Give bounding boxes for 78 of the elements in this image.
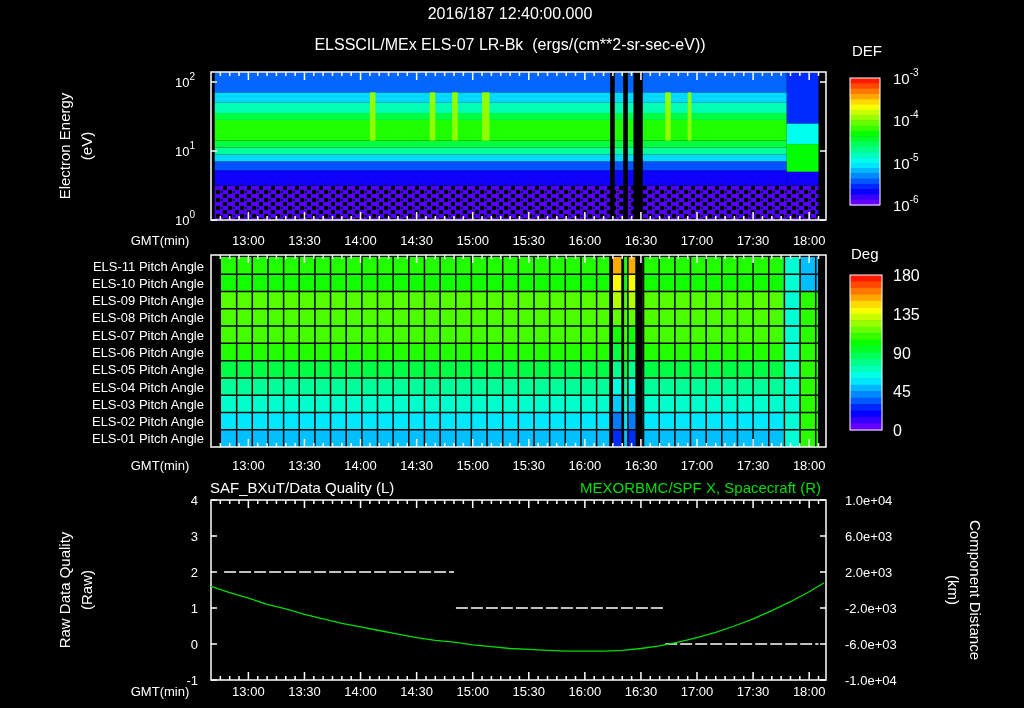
colorbar-tick-label: 135 xyxy=(893,305,920,323)
colorbar-tick-label: 180 xyxy=(893,267,920,284)
row-label: ELS-06 Pitch Angle xyxy=(91,345,204,360)
y-tick-label: -2.0e+03 xyxy=(845,601,897,616)
row-label: ELS-04 Pitch Angle xyxy=(91,379,204,395)
time-tick-label: 16:30 xyxy=(624,684,658,699)
chart-title: SAF_BXuT/Data Quality (L) xyxy=(210,479,395,496)
time-tick-label: 14:00 xyxy=(344,684,377,699)
y-tick-label: 1.0e+04 xyxy=(845,493,893,508)
y-tick-label: 2.0e+03 xyxy=(845,565,893,580)
row-label: ELS-07 Pitch Angle xyxy=(91,327,204,343)
row-label: ELS-01 Pitch Angle xyxy=(91,431,204,447)
time-tick-label: 13:30 xyxy=(288,458,321,473)
time-tick-label: 16:00 xyxy=(568,233,602,248)
colorbar-tick-label: 10$^{-5}$ xyxy=(893,151,919,172)
time-tick-label: 14:30 xyxy=(400,458,433,473)
date-time-title: 2016/187 12:40:00.000 xyxy=(427,4,593,24)
colorbar-tick-label: 90 xyxy=(893,344,911,362)
chart-title: MEXORBMC/SPF X, Spacecraft (R) xyxy=(580,479,821,496)
y-tick-label: 6.0e+03 xyxy=(845,529,893,544)
row-label: ELS-10 Pitch Angle xyxy=(91,275,204,291)
time-tick-label: 16:00 xyxy=(568,684,602,699)
row-label: ELS-03 Pitch Angle xyxy=(91,396,204,412)
time-tick-label: 15:00 xyxy=(456,458,489,473)
time-tick-label: 18:00 xyxy=(792,458,826,473)
time-tick-label: 14:00 xyxy=(344,458,377,473)
time-tick-label: 14:30 xyxy=(400,684,433,699)
colorbar-title: Deg xyxy=(851,245,879,262)
time-tick-label: 15:30 xyxy=(512,458,546,473)
colorbar-tick-label: 10$^{-6}$ xyxy=(893,194,919,214)
time-tick-label: 16:00 xyxy=(568,458,602,473)
colorbar-tick-label: 0 xyxy=(893,422,902,439)
time-tick-label: 18:00 xyxy=(792,233,826,248)
time-tick-label: 16:30 xyxy=(624,233,658,248)
time-tick-label: 17:00 xyxy=(680,233,714,248)
y-tick-label: 10$^{0}$ xyxy=(174,209,195,228)
time-tick-label: 14:00 xyxy=(344,233,377,248)
time-tick-label: 15:00 xyxy=(456,233,489,248)
y-tick-label: 3 xyxy=(190,529,198,544)
y-axis-label: Raw Data Quality (Raw) xyxy=(56,531,95,649)
time-tick-label: 15:00 xyxy=(456,684,489,699)
time-tick-label: 15:30 xyxy=(512,684,546,699)
y-tick-label: 2 xyxy=(190,565,198,580)
row-label: ELS-11 Pitch Angle xyxy=(92,258,204,274)
time-tick-label: 13:30 xyxy=(288,684,321,699)
time-tick-label: 16:30 xyxy=(624,458,658,473)
time-tick-label: 14:30 xyxy=(400,233,433,248)
y-tick-label: 10$^{1}$ xyxy=(174,140,195,159)
colorbar-title: DEF xyxy=(852,42,882,59)
y-tick-label: 10$^{2}$ xyxy=(174,71,195,90)
time-tick-label: 13:30 xyxy=(288,233,321,248)
x-axis-label: GMT(min) xyxy=(130,233,190,248)
colorbar-tick-label: 45 xyxy=(893,383,911,401)
y-tick-label: -1.0e+04 xyxy=(845,673,897,688)
row-label: ELS-09 Pitch Angle xyxy=(91,293,204,309)
y-axis-label: Electron Energy (eV) xyxy=(56,92,95,200)
y-axis-label: Component Distance (km) xyxy=(945,519,984,661)
time-tick-label: 17:30 xyxy=(736,684,770,699)
x-axis-label: GMT(min) xyxy=(130,458,190,473)
y-tick-label: 4 xyxy=(190,493,198,508)
time-tick-label: 13:00 xyxy=(232,684,265,699)
time-tick-label: 17:30 xyxy=(736,458,770,473)
time-tick-label: 13:00 xyxy=(232,233,265,248)
time-tick-label: 17:00 xyxy=(680,684,714,699)
time-tick-label: 17:00 xyxy=(680,458,714,473)
plot-title: ELSSCIL/MEx ELS-07 LR-Bk (ergs/(cm**2-sr-sec-eV)) xyxy=(314,35,706,55)
row-label: ELS-08 Pitch Angle xyxy=(91,310,204,326)
time-tick-label: 18:00 xyxy=(792,684,826,699)
y-tick-label: 1 xyxy=(190,601,198,616)
time-tick-label: 17:30 xyxy=(736,233,770,248)
y-tick-label: -6.0e+03 xyxy=(845,637,897,652)
colorbar-tick-label: 10$^{-3}$ xyxy=(893,67,919,87)
row-label: ELS-05 Pitch Angle xyxy=(91,362,204,378)
time-tick-label: 13:00 xyxy=(232,458,265,473)
time-tick-label: 15:30 xyxy=(512,233,546,248)
y-tick-label: 0 xyxy=(190,637,198,652)
colorbar-tick-label: 10$^{-4}$ xyxy=(893,109,919,130)
row-label: ELS-02 Pitch Angle xyxy=(91,414,204,430)
